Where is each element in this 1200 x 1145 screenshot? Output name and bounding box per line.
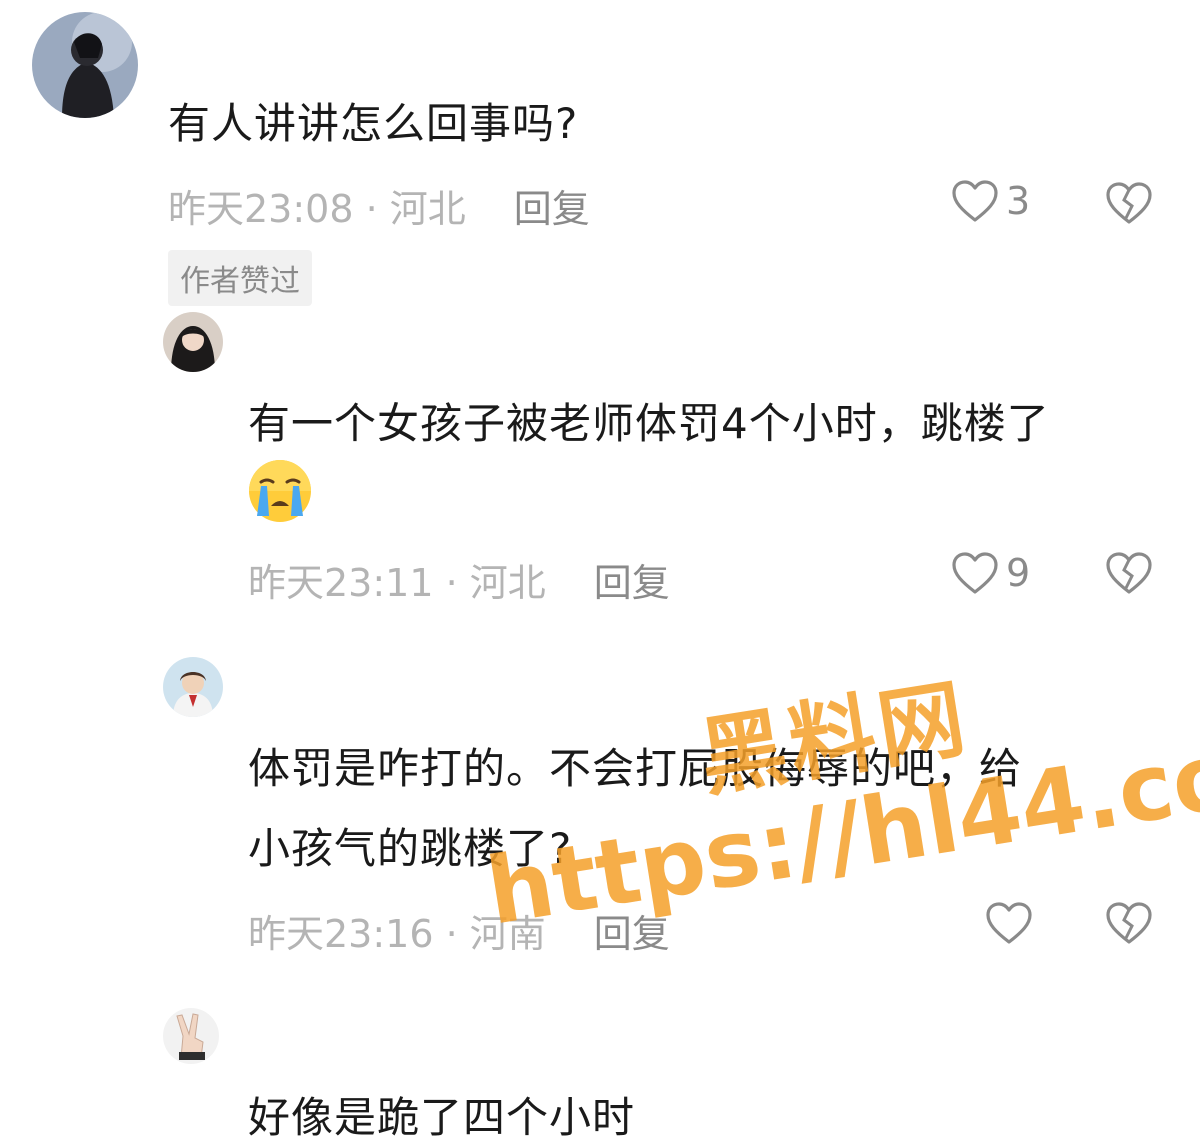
author-liked-badge: 作者赞过 [168,250,312,306]
like-count: 3 [1006,179,1031,223]
broken-heart-icon[interactable] [1104,900,1154,946]
crying-face-icon [249,460,311,522]
like-button[interactable] [984,900,1040,946]
reply-button[interactable]: 回复 [514,178,590,233]
comment-text: 好像是跪了四个小时 [248,1093,636,1142]
comment-text: 有人讲讲怎么回事吗? [168,99,579,148]
reply-button[interactable]: 回复 [594,903,670,958]
avatar[interactable] [163,657,223,717]
comment-thread: 有人讲讲怎么回事吗? 昨天23:08 · 河北 回复 3 作者赞过 有一个女孩子… [0,0,1200,1145]
timestamp-location: 昨天23:11 · 河北 [248,561,546,605]
comment-meta: 昨天23:16 · 河南 回复 [248,903,670,958]
like-button[interactable]: 3 [950,178,1030,224]
heart-icon [952,552,998,594]
avatar[interactable] [32,12,138,118]
broken-heart-icon[interactable] [1104,180,1154,226]
comment-text: 小孩气的跳楼了? [248,824,573,873]
comment-text: 有一个女孩子被老师体罚4个小时，跳楼了 [248,399,1050,448]
avatar[interactable] [163,312,223,372]
comment-text: 体罚是咋打的。不会打屁股侮辱的吧，给 [248,744,1023,793]
comment-meta: 昨天23:11 · 河北 回复 [248,552,670,607]
comment-meta: 昨天23:08 · 河北 回复 [168,178,590,233]
heart-icon [986,902,1032,944]
timestamp-location: 昨天23:16 · 河南 [248,912,546,956]
reply-button[interactable]: 回复 [594,552,670,607]
broken-heart-icon[interactable] [1104,550,1154,596]
like-button[interactable]: 9 [950,550,1030,596]
like-count: 9 [1006,551,1031,595]
avatar[interactable] [163,1008,219,1064]
heart-icon [952,180,998,222]
timestamp-location: 昨天23:08 · 河北 [168,187,466,231]
